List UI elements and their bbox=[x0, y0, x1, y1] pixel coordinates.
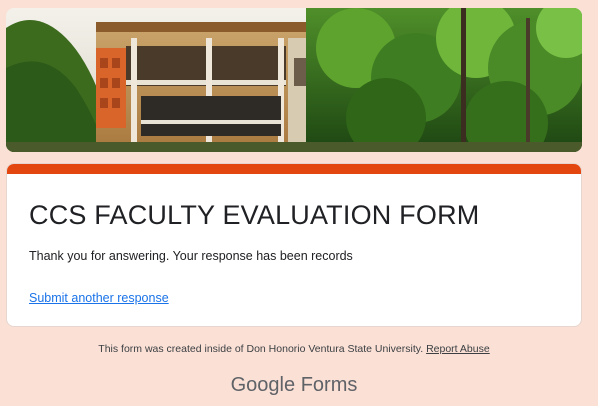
report-abuse-link[interactable]: Report Abuse bbox=[426, 343, 490, 355]
brand-google-text: Google bbox=[230, 374, 296, 396]
footer-disclaimer: This form was created inside of Don Hono… bbox=[0, 343, 588, 355]
google-forms-logo[interactable]: Google Forms bbox=[0, 374, 588, 397]
submit-another-response-link[interactable]: Submit another response bbox=[29, 291, 169, 305]
brand-forms-text: Forms bbox=[300, 374, 358, 396]
building-photo bbox=[6, 8, 582, 152]
footer-note-text: This form was created inside of Don Hono… bbox=[98, 343, 424, 355]
card-accent-bar bbox=[7, 164, 581, 174]
response-card: CCS FACULTY EVALUATION FORM Thank you fo… bbox=[6, 163, 582, 327]
confirmation-message: Thank you for answering. Your response h… bbox=[29, 249, 353, 263]
form-title: CCS FACULTY EVALUATION FORM bbox=[29, 200, 480, 230]
header-banner-image bbox=[6, 8, 582, 152]
form-response-page: CCS FACULTY EVALUATION FORM Thank you fo… bbox=[0, 0, 598, 406]
